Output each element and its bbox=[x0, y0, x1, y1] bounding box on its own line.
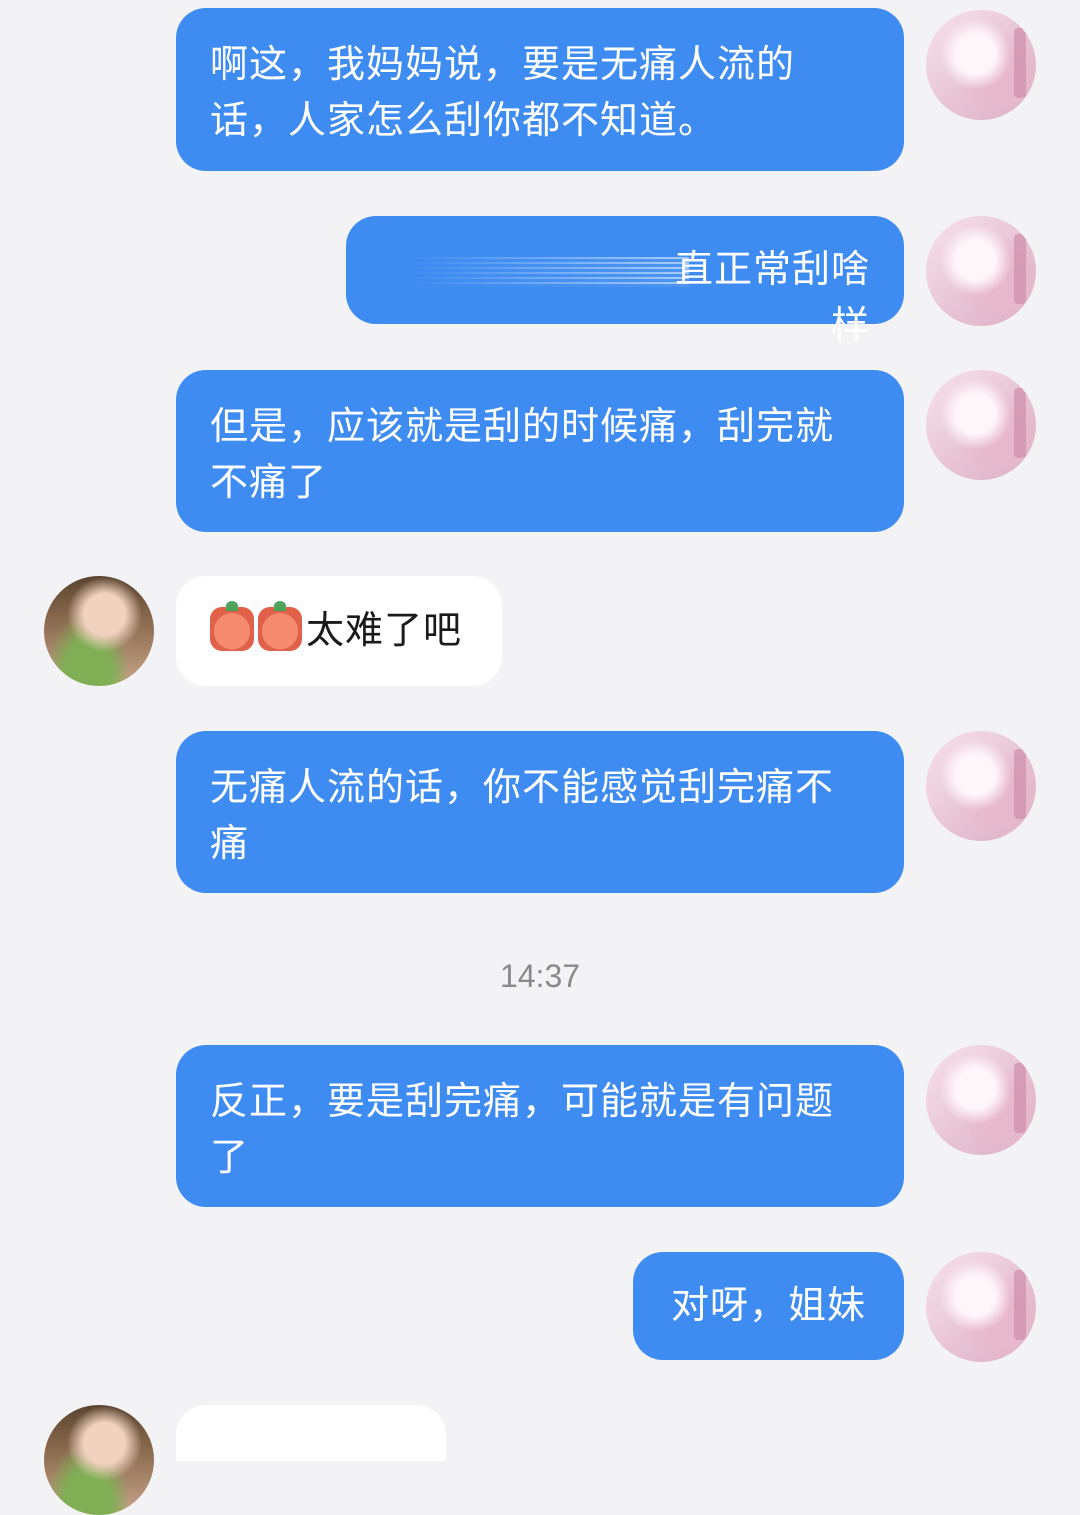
my-avatar[interactable] bbox=[926, 1045, 1036, 1155]
message-text: 但是，应该就是刮的时候痛，刮完就不痛了 bbox=[210, 404, 835, 504]
message-text: 对呀，姐妹 bbox=[670, 1283, 866, 1327]
message-text: 太难了吧 bbox=[306, 608, 463, 652]
message-text: 啊这，我妈妈说，要是无痛人流的话，人家怎么刮你都不知道。 bbox=[210, 42, 796, 142]
message-bubble[interactable]: 对呀，姐妹 bbox=[633, 1252, 904, 1360]
my-avatar[interactable] bbox=[926, 1252, 1036, 1362]
message-bubble[interactable]: 但是，应该就是刮的时候痛，刮完就不痛了 bbox=[176, 370, 904, 532]
message-bubble[interactable]: 啊这，我妈妈说，要是无痛人流的话，人家怎么刮你都不知道。 bbox=[176, 8, 904, 171]
my-avatar[interactable] bbox=[926, 10, 1036, 120]
contact-avatar[interactable] bbox=[44, 576, 154, 686]
redacted-text bbox=[408, 256, 689, 287]
message-bubble[interactable]: 直正常刮啥样 bbox=[346, 216, 904, 347]
message-text: 直正常刮啥样 bbox=[674, 247, 870, 347]
crying-emoji-icon bbox=[258, 601, 302, 651]
contact-avatar[interactable] bbox=[44, 1405, 154, 1515]
message-bubble[interactable]: 反正，要是刮完痛，可能就是有问题了 bbox=[176, 1045, 904, 1207]
crying-emoji-icon bbox=[210, 601, 254, 651]
message-text: 无痛人流的话，你不能感觉刮完痛不痛 bbox=[210, 765, 835, 865]
my-avatar[interactable] bbox=[926, 731, 1036, 841]
message-bubble[interactable]: 太难了吧 bbox=[176, 576, 502, 686]
message-bubble[interactable]: 无痛人流的话，你不能感觉刮完痛不痛 bbox=[176, 731, 904, 893]
message-bubble[interactable] bbox=[176, 1405, 446, 1461]
my-avatar[interactable] bbox=[926, 370, 1036, 480]
message-text: 反正，要是刮完痛，可能就是有问题了 bbox=[210, 1079, 835, 1179]
my-avatar[interactable] bbox=[926, 216, 1036, 326]
timestamp: 14:37 bbox=[499, 958, 581, 994]
